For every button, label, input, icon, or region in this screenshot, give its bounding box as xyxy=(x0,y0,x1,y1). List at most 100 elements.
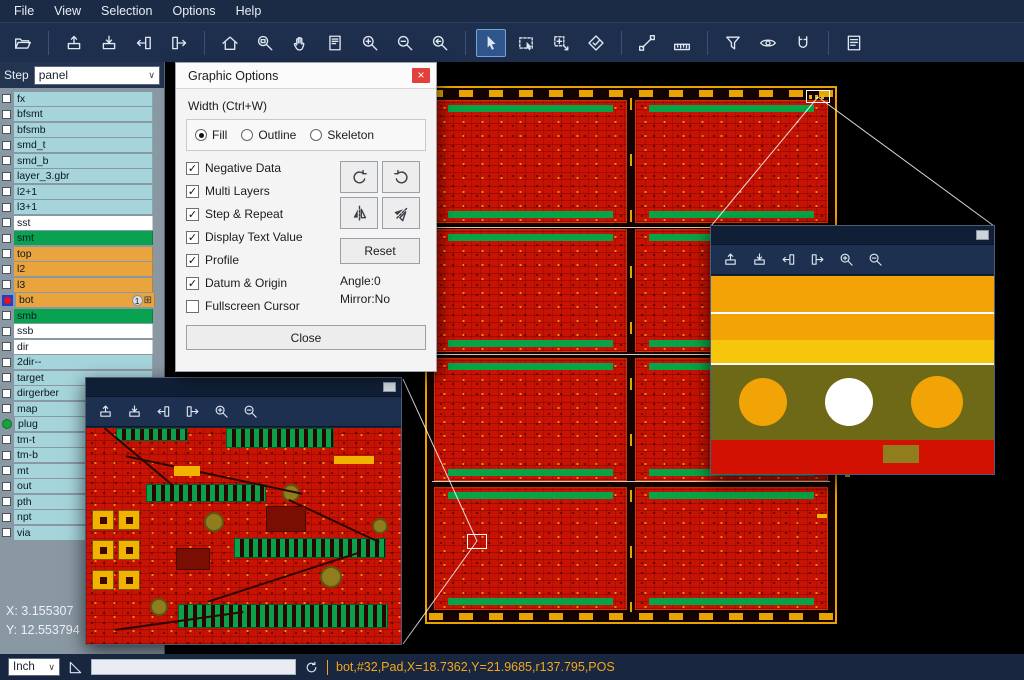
select-rect-button[interactable] xyxy=(511,29,541,57)
export-right-button[interactable] xyxy=(164,29,194,57)
mirror-horizontal-button[interactable] xyxy=(340,197,378,229)
radio-outline[interactable]: Outline xyxy=(241,128,296,142)
menu-help[interactable]: Help xyxy=(226,1,272,21)
layer-visibility-checkbox[interactable] xyxy=(2,187,11,196)
layer-color-bar[interactable]: l2+1 xyxy=(14,185,153,199)
import-up-button[interactable] xyxy=(720,250,740,270)
import-left-button[interactable] xyxy=(153,402,173,422)
window-button-icon[interactable] xyxy=(383,382,396,392)
layer-color-bar[interactable]: smb xyxy=(14,309,153,323)
layer-visibility-checkbox[interactable] xyxy=(2,156,11,165)
rotate-ccw-button[interactable] xyxy=(382,161,420,193)
layer-visibility-checkbox[interactable] xyxy=(2,482,11,491)
layer-visibility-checkbox[interactable] xyxy=(2,110,11,119)
layer-row-smd_b[interactable]: smd_b xyxy=(2,153,164,169)
checkbox-fullscreen-cursor[interactable]: Fullscreen Cursor xyxy=(186,299,340,313)
layer-visibility-checkbox[interactable] xyxy=(2,125,11,134)
layer-color-bar[interactable]: smd_t xyxy=(14,138,153,152)
layer-color-bar[interactable]: 2dir-- xyxy=(14,355,153,369)
import-down-button[interactable] xyxy=(749,250,769,270)
layer-row-bfsmb[interactable]: bfsmb xyxy=(2,122,164,138)
layer-row-l3+1[interactable]: l3+1 xyxy=(2,200,164,216)
layer-color-bar[interactable]: l2 xyxy=(14,262,153,276)
layer-visibility-checkbox[interactable] xyxy=(2,94,11,103)
menu-options[interactable]: Options xyxy=(162,1,225,21)
layer-visibility-checkbox[interactable] xyxy=(2,389,11,398)
report-list-button[interactable] xyxy=(839,29,869,57)
triangle-icon[interactable] xyxy=(68,660,83,675)
checkbox-multi-layers[interactable]: ✓Multi Layers xyxy=(186,184,340,198)
zoom-window-button[interactable] xyxy=(250,29,280,57)
layer-visibility-checkbox[interactable] xyxy=(2,404,11,413)
layer-color-bar[interactable]: sst xyxy=(14,216,153,230)
radio-skeleton[interactable]: Skeleton xyxy=(310,128,374,142)
menu-view[interactable]: View xyxy=(44,1,91,21)
measure-line-button[interactable] xyxy=(632,29,662,57)
unit-select[interactable]: Inch ∨ xyxy=(8,658,60,676)
layer-visibility-checkbox[interactable] xyxy=(2,172,11,181)
highlight-eye-button[interactable] xyxy=(753,29,783,57)
layer-color-bar[interactable]: bfsmt xyxy=(14,107,153,121)
layer-visibility-checkbox[interactable] xyxy=(2,280,11,289)
zoom-in-button[interactable] xyxy=(355,29,385,57)
snap-magnet-button[interactable] xyxy=(788,29,818,57)
layer-row-dir[interactable]: dir xyxy=(2,339,164,355)
layer-visibility-checkbox[interactable] xyxy=(2,451,11,460)
layer-row-bfsmt[interactable]: bfsmt xyxy=(2,107,164,123)
select-transform-button[interactable] xyxy=(546,29,576,57)
layer-color-bar[interactable]: layer_3.gbr xyxy=(14,169,153,183)
filter-funnel-button[interactable] xyxy=(718,29,748,57)
refresh-icon[interactable] xyxy=(304,660,319,675)
layer-row-l2[interactable]: l2 xyxy=(2,262,164,278)
home-button[interactable] xyxy=(215,29,245,57)
close-button[interactable]: Close xyxy=(186,325,426,350)
rotate-cw-button[interactable] xyxy=(340,161,378,193)
layer-visibility-checkbox[interactable] xyxy=(2,513,11,522)
layer-row-smd_t[interactable]: smd_t xyxy=(2,138,164,154)
layer-row-layer_3.gbr[interactable]: layer_3.gbr xyxy=(2,169,164,185)
step-select[interactable]: panel ∨ xyxy=(34,66,160,85)
layer-active-indicator[interactable] xyxy=(2,295,13,306)
layer-visibility-checkbox[interactable] xyxy=(2,497,11,506)
export-right-button[interactable] xyxy=(807,250,827,270)
layer-color-bar[interactable]: bfsmb xyxy=(14,123,153,137)
dialog-title-bar[interactable]: Graphic Options × xyxy=(176,63,436,89)
magnifier-right-content[interactable] xyxy=(711,276,994,474)
mirror-diagonal-button[interactable] xyxy=(382,197,420,229)
layer-visibility-checkbox[interactable] xyxy=(2,466,11,475)
layer-row-fx[interactable]: fx xyxy=(2,91,164,107)
zoom-previous-button[interactable] xyxy=(425,29,455,57)
zoom-out-button[interactable] xyxy=(240,402,260,422)
window-button-icon[interactable] xyxy=(976,230,989,240)
menu-file[interactable]: File xyxy=(4,1,44,21)
layer-visibility-checkbox[interactable] xyxy=(2,311,11,320)
layer-green-indicator[interactable] xyxy=(2,419,12,429)
checkbox-datum-origin[interactable]: ✓Datum & Origin xyxy=(186,276,340,290)
layer-row-l2+1[interactable]: l2+1 xyxy=(2,184,164,200)
import-down-button[interactable] xyxy=(94,29,124,57)
magnifier-window-left[interactable] xyxy=(85,377,402,645)
layer-visibility-checkbox[interactable] xyxy=(2,342,11,351)
layer-visibility-checkbox[interactable] xyxy=(2,234,11,243)
zoom-in-button[interactable] xyxy=(211,402,231,422)
layer-color-bar[interactable]: bot1⊞ xyxy=(16,293,155,307)
import-left-button[interactable] xyxy=(129,29,159,57)
layer-color-bar[interactable]: top xyxy=(14,247,153,261)
magnifier-window-right[interactable] xyxy=(710,225,995,475)
layer-color-bar[interactable]: ssb xyxy=(14,324,153,338)
layer-color-bar[interactable]: dir xyxy=(14,340,153,354)
layer-color-bar[interactable]: l3+1 xyxy=(14,200,153,214)
layer-row-smt[interactable]: smt xyxy=(2,231,164,247)
layer-row-sst[interactable]: sst xyxy=(2,215,164,231)
radio-fill[interactable]: Fill xyxy=(195,128,227,142)
layer-row-2dir--[interactable]: 2dir-- xyxy=(2,355,164,371)
layer-row-l3[interactable]: l3 xyxy=(2,277,164,293)
apply-diamond-button[interactable] xyxy=(581,29,611,57)
checkbox-display-text-value[interactable]: ✓Display Text Value xyxy=(186,230,340,244)
select-cursor-button[interactable] xyxy=(476,29,506,57)
folder-open-button[interactable] xyxy=(8,29,38,57)
menu-selection[interactable]: Selection xyxy=(91,1,162,21)
zoom-in-button[interactable] xyxy=(836,250,856,270)
layer-row-top[interactable]: top xyxy=(2,246,164,262)
checkbox-negative-data[interactable]: ✓Negative Data xyxy=(186,161,340,175)
